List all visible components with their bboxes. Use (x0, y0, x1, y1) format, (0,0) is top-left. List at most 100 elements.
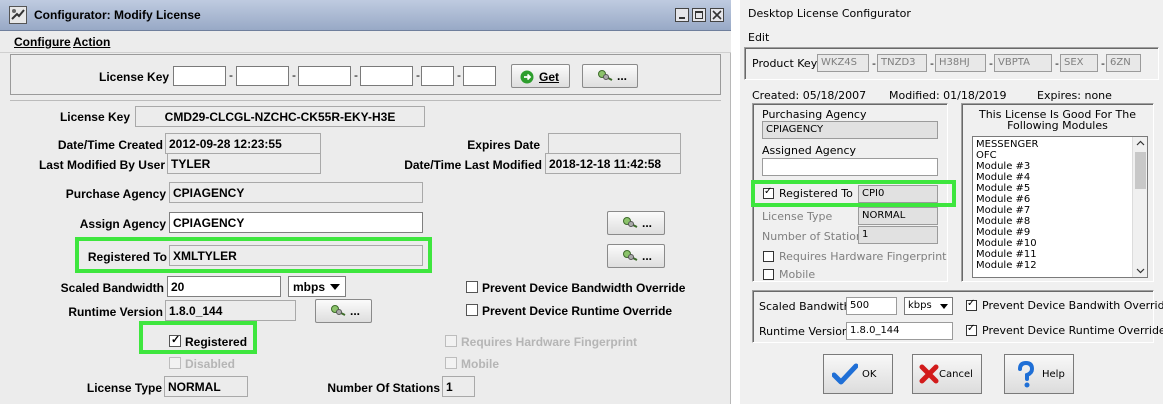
chevron-up-icon[interactable] (1136, 140, 1145, 146)
checkmark-icon: ✓ (967, 323, 976, 334)
assign-agency-input[interactable]: CPIAGENCY (169, 212, 423, 233)
list-item[interactable]: Module #7 (976, 205, 1030, 216)
scaled-bandwidth-label: Scaled Bandwidth (60, 281, 164, 295)
requires-fingerprint-checkbox[interactable] (445, 335, 457, 347)
checkmark-icon (832, 363, 858, 385)
expires-date: Expires: none (1037, 89, 1112, 102)
modify-license-window: Configurator: Modify License Configure A… (0, 0, 731, 404)
license-key-segment-2[interactable] (236, 66, 289, 86)
list-item[interactable]: Module #6 (976, 194, 1030, 205)
help-button[interactable]: Help (1004, 354, 1074, 394)
registered-to-value: XMLTYLER (169, 245, 423, 266)
registered-to-lookup-button[interactable]: ... (607, 244, 665, 268)
list-item[interactable]: Module #10 (976, 238, 1037, 249)
license-key-segment-4[interactable] (360, 66, 413, 86)
license-key-segment-6[interactable] (463, 66, 496, 86)
mobile-label: Mobile (779, 268, 816, 281)
registered-checkbox[interactable]: ✓ (169, 334, 181, 347)
product-key-segment-6[interactable]: 6ZN (1106, 54, 1141, 72)
menu-action[interactable]: Action (73, 35, 110, 49)
runtime-version-input[interactable]: 1.8.0_144 (846, 322, 953, 340)
product-key-segment-1[interactable]: WKZ4S (817, 54, 869, 72)
divider (10, 100, 721, 101)
checkmark-icon: ✓ (967, 298, 976, 309)
assign-agency-lookup-button[interactable]: ... (607, 211, 665, 235)
registered-to-label: Registered To (87, 250, 167, 264)
purchase-agency-value: CPIAGENCY (169, 182, 423, 203)
menu-bar: Configure Action (0, 31, 731, 53)
modified-date: Modified: 01/18/2019 (889, 89, 1007, 102)
expires-date-value (548, 133, 681, 154)
product-key-segment-2[interactable]: TNZD3 (877, 54, 927, 72)
modules-scrollbar[interactable] (1132, 137, 1147, 277)
list-item[interactable]: Module #4 (976, 172, 1030, 183)
list-item[interactable]: MESSENGER (976, 139, 1038, 150)
list-item[interactable]: Module #8 (976, 216, 1030, 227)
checkmark-icon: ✓ (764, 186, 773, 197)
requires-fingerprint-label: Requires Hardware Fingerprint (461, 335, 638, 349)
close-button[interactable] (710, 8, 724, 22)
minimize-button[interactable] (675, 8, 689, 22)
product-key-segment-5[interactable]: SEX (1060, 54, 1098, 72)
maximize-button[interactable] (692, 8, 706, 22)
created-date: Created: 05/18/2007 (752, 89, 867, 102)
license-key-value: CMD29-CLCGL-NZCHC-CK55R-EKY-H3E (135, 106, 425, 127)
scaled-bandwidth-input[interactable]: 20 (167, 276, 281, 297)
list-item[interactable]: Module #5 (976, 183, 1030, 194)
menu-configure[interactable]: Configure (14, 35, 71, 49)
modules-list[interactable]: MESSENGER OFC Module #3 Module #4 Module… (972, 136, 1148, 278)
menu-edit[interactable]: Edit (748, 31, 769, 44)
prevent-runtime-checkbox[interactable]: ✓ (966, 323, 977, 336)
registered-to-checkbox[interactable]: ✓ (763, 186, 774, 199)
title-bar: Configurator: Modify License (0, 0, 731, 31)
window-title: Configurator: Modify License (34, 8, 201, 22)
requires-fingerprint-checkbox[interactable] (763, 251, 774, 262)
assigned-agency-input[interactable] (762, 158, 938, 176)
disabled-label: Disabled (185, 357, 236, 371)
license-key-entry-label: License Key (99, 70, 170, 84)
list-item[interactable]: OFC (976, 150, 997, 161)
scrollbar-thumb[interactable] (1135, 152, 1146, 189)
get-button[interactable]: Get (511, 64, 570, 88)
help-label: Help (1042, 369, 1065, 380)
last-modified-label: Date/Time Last Modified (404, 158, 542, 172)
bandwidth-unit-select[interactable]: kbps (904, 297, 953, 315)
cancel-button[interactable]: Cancel (912, 354, 982, 394)
list-item[interactable]: Module #12 (976, 260, 1037, 271)
key-lookup-button[interactable]: ... (582, 64, 638, 88)
license-type-value: NORMAL (858, 207, 938, 225)
mobile-checkbox[interactable] (763, 269, 774, 280)
license-type-label: License Type (86, 381, 162, 395)
purchasing-agency-value: CPIAGENCY (762, 121, 938, 139)
prevent-bandwidth-checkbox[interactable] (466, 281, 478, 293)
chevron-down-icon[interactable] (1136, 268, 1145, 274)
ok-button[interactable]: OK (823, 354, 893, 394)
scaled-bandwidth-label: Scaled Bandwith (759, 300, 851, 313)
registered-to-value: CPI0 (858, 185, 938, 203)
list-item[interactable]: Module #9 (976, 227, 1030, 238)
mobile-checkbox[interactable] (445, 357, 457, 369)
window-title: Desktop License Configurator (748, 7, 911, 20)
cancel-label: Cancel (939, 369, 973, 380)
license-key-segment-5[interactable] (421, 66, 454, 86)
ok-label: OK (862, 369, 877, 380)
bandwidth-unit-select[interactable]: mbps (288, 276, 346, 297)
product-key-segment-4[interactable]: VBPTA (994, 54, 1052, 72)
license-type-value: NORMAL (164, 376, 248, 397)
prevent-runtime-checkbox[interactable] (466, 304, 478, 316)
list-item[interactable]: Module #11 (976, 249, 1037, 260)
product-key-segment-3[interactable]: H38HJ (935, 54, 986, 72)
list-item[interactable]: Module #3 (976, 161, 1030, 172)
requires-fingerprint-label: Requires Hardware Fingerprint (779, 250, 947, 263)
mobile-label: Mobile (461, 357, 499, 371)
disabled-checkbox[interactable] (169, 357, 181, 369)
license-key-segment-1[interactable] (173, 66, 226, 86)
prevent-bandwidth-checkbox[interactable]: ✓ (966, 298, 977, 311)
keys-icon (597, 69, 615, 86)
expires-date-label: Expires Date (467, 138, 540, 152)
runtime-version-button[interactable]: ... (315, 299, 372, 323)
last-modified-value: 2018-12-18 11:42:58 (545, 153, 681, 174)
scaled-bandwidth-input[interactable]: 500 (846, 297, 897, 315)
close-icon (712, 10, 722, 20)
license-key-segment-3[interactable] (298, 66, 351, 86)
